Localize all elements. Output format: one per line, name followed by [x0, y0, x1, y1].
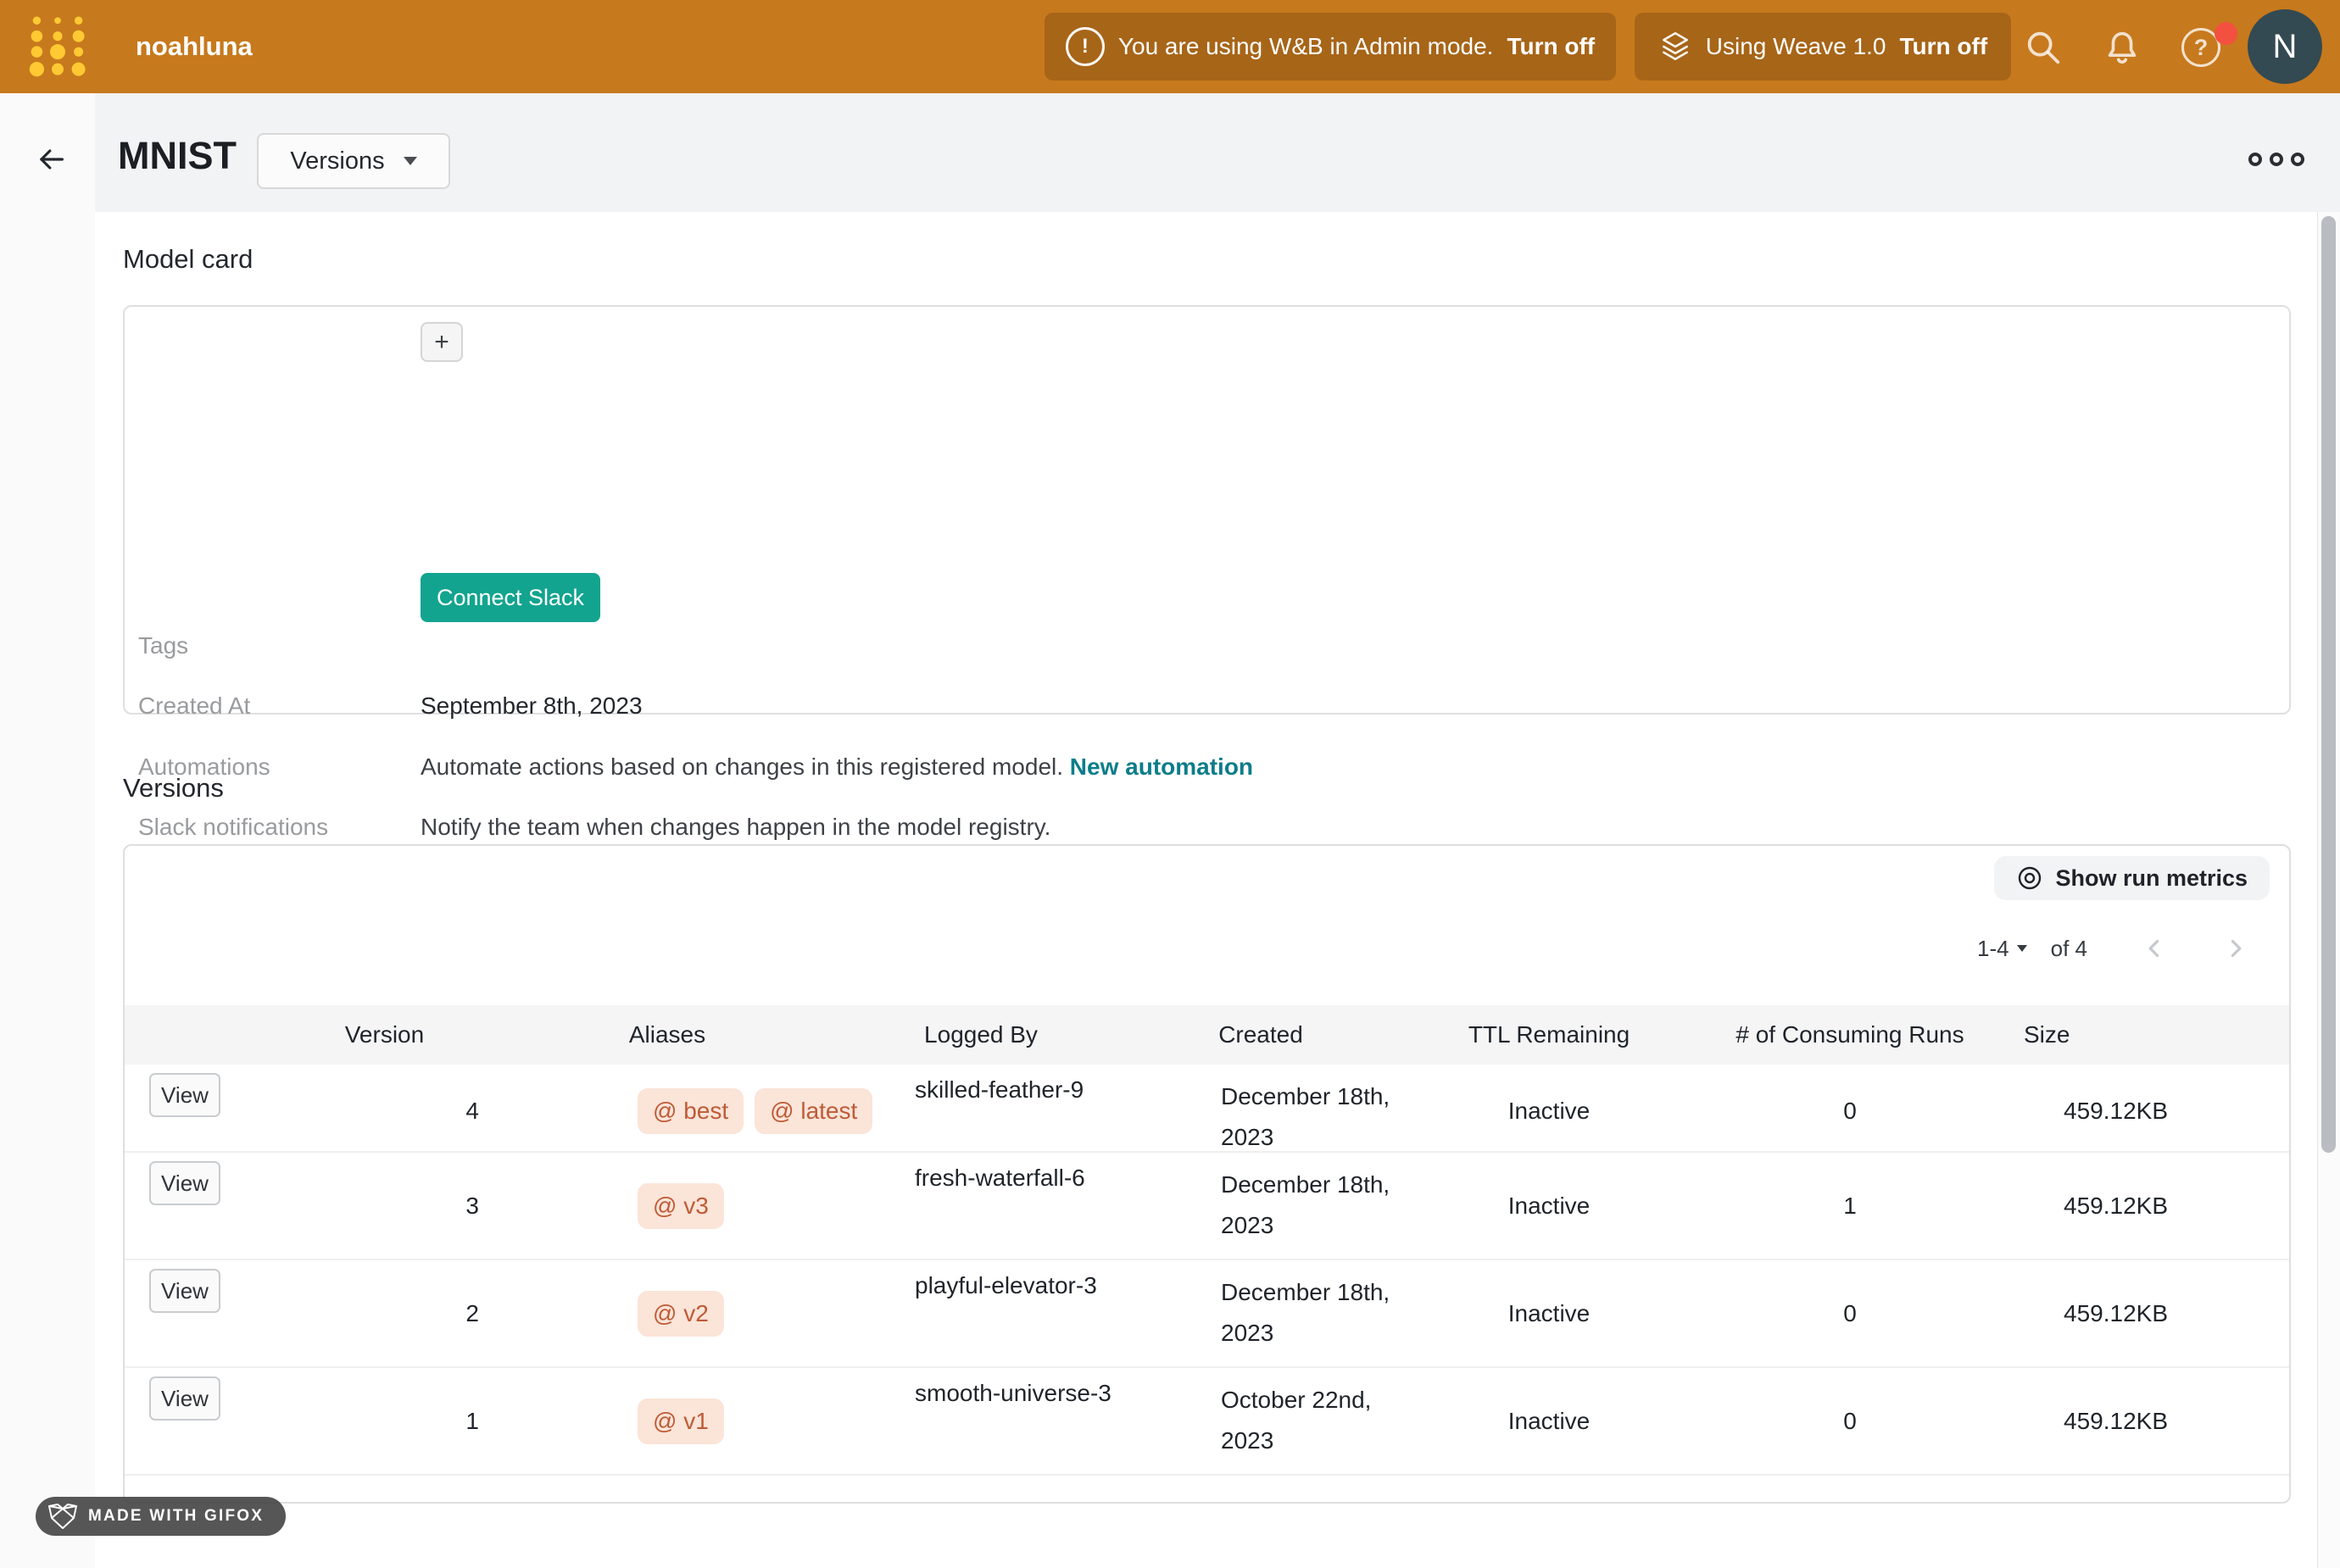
automations-text: Automate actions based on changes in thi… — [421, 753, 1253, 781]
col-version: Version — [280, 1005, 489, 1065]
aliases-cell: @ v1 — [489, 1368, 845, 1474]
aliases-cell: @ v3 — [489, 1153, 845, 1259]
left-rail — [0, 93, 95, 1568]
table-body: View 4 @ best @ latest skilled-feather-9… — [125, 1065, 2289, 1476]
size-cell: 459.12KB — [2007, 1260, 2185, 1366]
view-button[interactable]: View — [149, 1269, 220, 1313]
app-window: noahluna ! You are using W&B in Admin mo… — [0, 0, 2340, 1568]
slack-notifications-text: Notify the team when changes happen in t… — [421, 814, 1050, 841]
col-logged-by: Logged By — [845, 1005, 1117, 1065]
chevron-down-icon — [2017, 945, 2027, 952]
model-card: Tags + Created At September 8th, 2023 Au… — [123, 305, 2291, 714]
chevron-right-icon[interactable] — [2221, 934, 2250, 963]
table-row: View 1 @ v1 smooth-universe-3 October 22… — [125, 1368, 2289, 1476]
view-button[interactable]: View — [149, 1073, 220, 1117]
slack-notifications-label: Slack notifications — [138, 814, 328, 841]
gifox-badge-text: MADE WITH GIFOX — [88, 1507, 264, 1526]
fox-icon — [47, 1501, 78, 1532]
alias-badge[interactable]: @ v3 — [638, 1183, 724, 1229]
topbar: noahluna ! You are using W&B in Admin mo… — [0, 0, 2340, 93]
wandb-dots-logo[interactable] — [25, 12, 90, 81]
show-run-metrics-button[interactable]: Show run metrics — [1994, 856, 2270, 900]
pagination: 1-4 of 4 — [1977, 934, 2250, 963]
back-button[interactable] — [32, 141, 70, 178]
user-name[interactable]: noahluna — [136, 0, 253, 93]
col-ttl-remaining: TTL Remaining — [1405, 1005, 1693, 1065]
connect-slack-button[interactable]: Connect Slack — [421, 573, 600, 622]
runs-cell: 0 — [1693, 1260, 2007, 1366]
alias-badge[interactable]: @ v2 — [638, 1291, 724, 1337]
versions-dropdown[interactable]: Versions — [257, 133, 450, 189]
runs-cell: 0 — [1693, 1065, 2007, 1158]
overflow-menu-button[interactable] — [2248, 153, 2304, 166]
layers-icon — [1658, 30, 1692, 64]
search-icon[interactable] — [2024, 28, 2063, 67]
ttl-cell: Inactive — [1405, 1065, 1693, 1158]
runs-cell: 0 — [1693, 1368, 2007, 1474]
page-range-dropdown[interactable]: 1-4 — [1977, 936, 2027, 962]
tags-label: Tags — [138, 632, 188, 659]
col-aliases: Aliases — [489, 1005, 845, 1065]
created-at-value: September 8th, 2023 — [421, 692, 643, 720]
page-total: of 4 — [2051, 936, 2087, 962]
page-title: MNIST — [118, 134, 237, 178]
aliases-cell: @ v2 — [489, 1260, 845, 1366]
created-cell: December 18th, 2023 — [1117, 1153, 1405, 1259]
ttl-cell: Inactive — [1405, 1368, 1693, 1474]
version-cell: 3 — [280, 1153, 489, 1259]
created-cell: December 18th, 2023 — [1117, 1065, 1405, 1158]
weave-turn-off-button[interactable]: Turn off — [1900, 33, 1988, 60]
weave-banner-text: Using Weave 1.0 — [1706, 33, 1886, 60]
scrollbar-thumb[interactable] — [2321, 216, 2336, 1153]
version-cell: 4 — [280, 1065, 489, 1158]
view-button[interactable]: View — [149, 1376, 220, 1421]
chevron-down-icon — [404, 157, 417, 165]
logged-by-cell[interactable]: playful-elevator-3 — [845, 1260, 1117, 1366]
size-cell: 459.12KB — [2007, 1153, 2185, 1259]
weave-banner: Using Weave 1.0 Turn off — [1635, 13, 2011, 81]
logged-by-cell[interactable]: fresh-waterfall-6 — [845, 1153, 1117, 1259]
version-cell: 1 — [280, 1368, 489, 1474]
runs-cell: 1 — [1693, 1153, 2007, 1259]
aliases-cell: @ best @ latest — [489, 1065, 845, 1158]
size-cell: 459.12KB — [2007, 1368, 2185, 1474]
created-at-label: Created At — [138, 692, 250, 720]
bell-icon[interactable] — [2103, 28, 2142, 67]
ttl-cell: Inactive — [1405, 1153, 1693, 1259]
notification-dot — [2215, 22, 2237, 45]
new-automation-link[interactable]: New automation — [1070, 753, 1253, 780]
chevron-left-icon[interactable] — [2140, 934, 2169, 963]
versions-dropdown-label: Versions — [290, 147, 384, 175]
table-header: Version Aliases Logged By Created TTL Re… — [125, 1005, 2289, 1065]
col-consuming-runs: # of Consuming Runs — [1693, 1005, 2007, 1065]
col-created: Created — [1117, 1005, 1405, 1065]
created-cell: October 22nd, 2023 — [1117, 1368, 1405, 1474]
table-row: View 3 @ v3 fresh-waterfall-6 December 1… — [125, 1153, 2289, 1260]
table-row: View 4 @ best @ latest skilled-feather-9… — [125, 1065, 2289, 1153]
table-row: View 2 @ v2 playful-elevator-3 December … — [125, 1260, 2289, 1368]
created-cell: December 18th, 2023 — [1117, 1260, 1405, 1366]
view-button[interactable]: View — [149, 1161, 220, 1205]
logged-by-cell[interactable]: smooth-universe-3 — [845, 1368, 1117, 1474]
admin-mode-banner: ! You are using W&B in Admin mode. Turn … — [1045, 13, 1616, 81]
admin-turn-off-button[interactable]: Turn off — [1507, 33, 1595, 60]
back-arrow-icon — [35, 143, 67, 175]
versions-card: Show run metrics 1-4 of 4 Version Aliase… — [123, 844, 2291, 1504]
model-card-heading: Model card — [123, 244, 253, 275]
logged-by-cell[interactable]: skilled-feather-9 — [845, 1065, 1117, 1158]
admin-banner-text: You are using W&B in Admin mode. — [1118, 33, 1494, 60]
ttl-cell: Inactive — [1405, 1260, 1693, 1366]
add-tag-button[interactable]: + — [421, 322, 463, 362]
versions-heading: Versions — [123, 773, 224, 803]
eye-icon — [2016, 865, 2043, 892]
avatar[interactable]: N — [2248, 9, 2322, 84]
version-cell: 2 — [280, 1260, 489, 1366]
alias-badge[interactable]: @ best — [638, 1088, 744, 1134]
gifox-badge: MADE WITH GIFOX — [36, 1497, 286, 1536]
alias-badge[interactable]: @ v1 — [638, 1398, 724, 1444]
col-size: Size — [2007, 1005, 2185, 1065]
alert-icon: ! — [1066, 27, 1105, 66]
size-cell: 459.12KB — [2007, 1065, 2185, 1158]
